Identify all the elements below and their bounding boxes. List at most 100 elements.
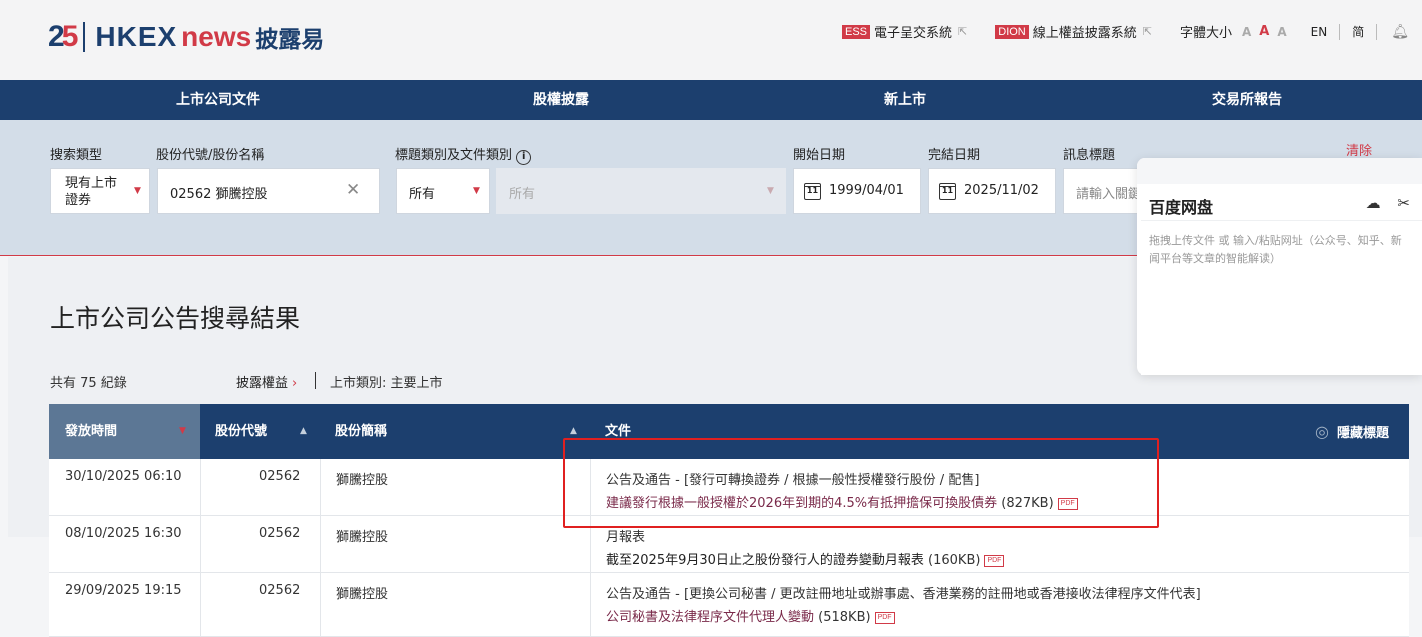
listing-category: 上市類別: 主要上市	[330, 376, 443, 391]
stock-code: 02562	[259, 583, 301, 598]
category-label: 標題類別及文件類別 i	[395, 144, 532, 165]
nav-listed-company-docs[interactable]: 上市公司文件	[176, 80, 260, 120]
dion-label: 線上權益披露系統	[1032, 26, 1137, 41]
pdf-icon: PDF	[874, 611, 895, 624]
logo-news-text: news	[181, 21, 252, 52]
end-date-label: 完結日期	[928, 148, 981, 163]
doc-size: (160KB)	[928, 553, 981, 568]
col-stock-code[interactable]: 股份代號 ▲	[200, 404, 320, 459]
page-title: 上市公司公告搜尋結果	[50, 304, 301, 333]
doc-size: (518KB)	[818, 610, 871, 625]
hide-title-toggle[interactable]: ◎ 隱藏標題	[1315, 404, 1389, 461]
sort-asc-icon: ▲	[300, 426, 307, 436]
column-divider	[320, 516, 321, 572]
logo-cn-text: 披露易	[255, 27, 325, 53]
search-type-select[interactable]: 現有上市證券 ▼	[50, 168, 150, 214]
dion-link[interactable]: DION 線上權益披露系統 ⇱	[995, 22, 1180, 41]
column-divider	[590, 573, 591, 636]
font-size-small-button[interactable]: A	[1242, 25, 1251, 39]
lang-sc-button[interactable]: 简	[1352, 23, 1364, 40]
stock-code: 02562	[259, 526, 301, 541]
calendar-icon: 11	[939, 183, 956, 200]
font-size-medium-button[interactable]: A	[1259, 24, 1269, 39]
search-type-value: 現有上市證券	[65, 176, 118, 208]
document-cell: 公告及通告 - [更換公司秘書 / 更改註冊地址或辦事處、香港業務的註冊地或香港…	[606, 583, 1201, 625]
clear-icon[interactable]: ✕	[346, 180, 360, 200]
doc-type: 公告及通告 - [更換公司秘書 / 更改註冊地址或辦事處、香港業務的註冊地或香港…	[606, 587, 1201, 602]
dion-badge: DION	[995, 24, 1029, 39]
lang-divider	[1376, 23, 1378, 40]
baidu-placeholder: 拖拽上传文件 或 输入/粘贴网址（公众号、知乎、新 闻平台等文章的智能解读）	[1149, 234, 1402, 265]
top-header: 25 HKEX news 披露易 ESS 電子呈交系統 ⇱ DION 線上權益披…	[0, 0, 1422, 80]
nav-shareholding-disclosure[interactable]: 股權披露	[533, 80, 589, 120]
hkexnews-logo[interactable]: 25 HKEX news 披露易	[48, 20, 324, 54]
font-size-large-button[interactable]: A	[1277, 25, 1286, 39]
release-time: 08/10/2025 16:30	[65, 526, 182, 541]
baidu-netdisk-panel: 百度网盘 ☁ ✂ 拖拽上传文件 或 输入/粘贴网址（公众号、知乎、新 闻平台等文…	[1137, 158, 1422, 375]
nav-exchange-reports[interactable]: 交易所報告	[1212, 80, 1282, 120]
stock-name: 獅騰控股	[336, 473, 389, 488]
chevron-right-icon: ›	[292, 376, 298, 391]
stock-code: 02562	[259, 469, 301, 484]
col-stock-name[interactable]: 股份簡稱 ▲	[320, 404, 590, 459]
stock-name: 獅騰控股	[336, 530, 389, 545]
column-divider	[200, 516, 201, 572]
anniversary-logo: 25	[48, 20, 78, 53]
bell-icon[interactable]: 🔔︎	[1391, 24, 1409, 40]
disclosure-link[interactable]: 披露權益 ›	[236, 372, 297, 391]
release-time: 30/10/2025 06:10	[65, 469, 182, 484]
start-date-input[interactable]: 11 1999/04/01	[793, 168, 921, 214]
doc-link[interactable]: 公司秘書及法律程序文件代理人變動 (518KB) PDF	[606, 606, 1201, 625]
column-divider	[320, 573, 321, 636]
main-nav: 上市公司文件 股權披露 新上市 交易所報告	[0, 80, 1422, 120]
divider	[315, 372, 316, 389]
doc-category-select: 所有 ▼	[496, 168, 786, 214]
caret-down-icon: ▼	[473, 186, 480, 196]
highlight-box	[563, 438, 1159, 528]
column-divider	[320, 459, 321, 515]
info-icon[interactable]: i	[516, 150, 532, 165]
doc-link[interactable]: 截至2025年9月30日止之股份發行人的證券變動月報表 (160KB) PDF	[606, 549, 1005, 568]
cloud-upload-icon[interactable]: ☁	[1366, 194, 1381, 212]
start-date-value: 1999/04/01	[829, 183, 904, 198]
stock-label: 股份代號/股份名稱	[156, 148, 265, 163]
column-divider	[200, 573, 201, 636]
panel-actions: ☁ ✂	[1366, 194, 1410, 212]
logo-divider	[83, 22, 86, 52]
clear-button[interactable]: 清除	[1346, 140, 1372, 159]
table-row: 29/09/2025 19:15 02562 獅騰控股 公告及通告 - [更換公…	[49, 573, 1409, 637]
category-select[interactable]: 所有 ▼	[396, 168, 490, 214]
doc-category-value: 所有	[509, 187, 536, 202]
external-link-icon: ⇱	[958, 25, 968, 38]
ess-label: 電子呈交系統	[874, 26, 953, 41]
panel-header-bar	[1137, 158, 1422, 184]
scissors-icon[interactable]: ✂	[1397, 194, 1410, 212]
pdf-icon: PDF	[984, 554, 1005, 567]
stock-name: 獅騰控股	[336, 587, 389, 602]
headline-label: 訊息標題	[1063, 148, 1116, 163]
end-date-value: 2025/11/02	[964, 183, 1039, 198]
headline-placeholder: 請輸入關鍵	[1076, 187, 1142, 202]
baidu-panel-title: 百度网盘	[1149, 198, 1214, 217]
external-link-icon: ⇱	[1142, 25, 1152, 38]
lang-divider	[1339, 23, 1341, 40]
search-type-label: 搜索類型	[50, 148, 103, 163]
end-date-input[interactable]: 11 2025/11/02	[928, 168, 1056, 214]
ess-badge: ESS	[842, 24, 871, 39]
record-count: 共有 75 紀錄	[50, 376, 127, 391]
category-value: 所有	[409, 187, 436, 202]
document-cell: 月報表 截至2025年9月30日止之股份發行人的證券變動月報表 (160KB) P…	[606, 526, 1005, 568]
sort-desc-icon: ▼	[179, 426, 186, 436]
caret-down-icon: ▼	[767, 186, 774, 196]
caret-down-icon: ▼	[134, 186, 141, 196]
nav-new-listings[interactable]: 新上市	[884, 80, 926, 120]
release-time: 29/09/2025 19:15	[65, 583, 182, 598]
doc-type: 月報表	[606, 530, 646, 545]
ess-link[interactable]: ESS 電子呈交系統 ⇱	[842, 22, 995, 41]
stock-input[interactable]: 02562 獅騰控股 ✕	[157, 168, 380, 214]
col-release-time[interactable]: 發放時間 ▼	[49, 404, 200, 459]
eye-off-icon: ◎	[1315, 422, 1329, 441]
lang-en-button[interactable]: EN	[1311, 25, 1328, 39]
calendar-icon: 11	[804, 183, 821, 200]
font-size-label: 字體大小	[1179, 26, 1232, 41]
